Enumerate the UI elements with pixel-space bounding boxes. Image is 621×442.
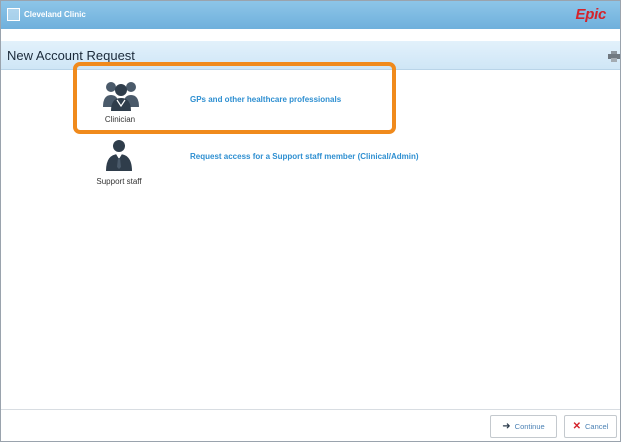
continue-label: Continue xyxy=(514,422,545,431)
arrow-right-icon: ➜ xyxy=(502,420,511,432)
option-support-staff[interactable]: Support staff Request access for a Suppo… xyxy=(1,139,620,191)
brand: Cleveland Clinic xyxy=(7,8,86,21)
close-icon: ✕ xyxy=(572,420,582,432)
support-staff-link[interactable]: Request access for a Support staff membe… xyxy=(190,152,419,161)
app-window: Cleveland Clinic Epic New Account Reques… xyxy=(0,0,621,442)
brand-logo-icon xyxy=(7,8,20,21)
continue-button[interactable]: ➜ Continue xyxy=(490,415,557,438)
support-staff-caption: Support staff xyxy=(96,177,142,186)
support-staff-icon[interactable] xyxy=(99,139,139,171)
footer-divider xyxy=(1,409,620,410)
brand-name: Cleveland Clinic xyxy=(24,10,86,19)
highlight-box xyxy=(73,62,396,134)
page-title: New Account Request xyxy=(7,48,135,63)
printer-icon[interactable] xyxy=(608,51,620,62)
cancel-button[interactable]: ✕ Cancel xyxy=(564,415,617,438)
cancel-label: Cancel xyxy=(585,422,609,431)
epic-logo: Epic xyxy=(575,6,607,23)
top-bar: Cleveland Clinic Epic xyxy=(1,1,620,29)
